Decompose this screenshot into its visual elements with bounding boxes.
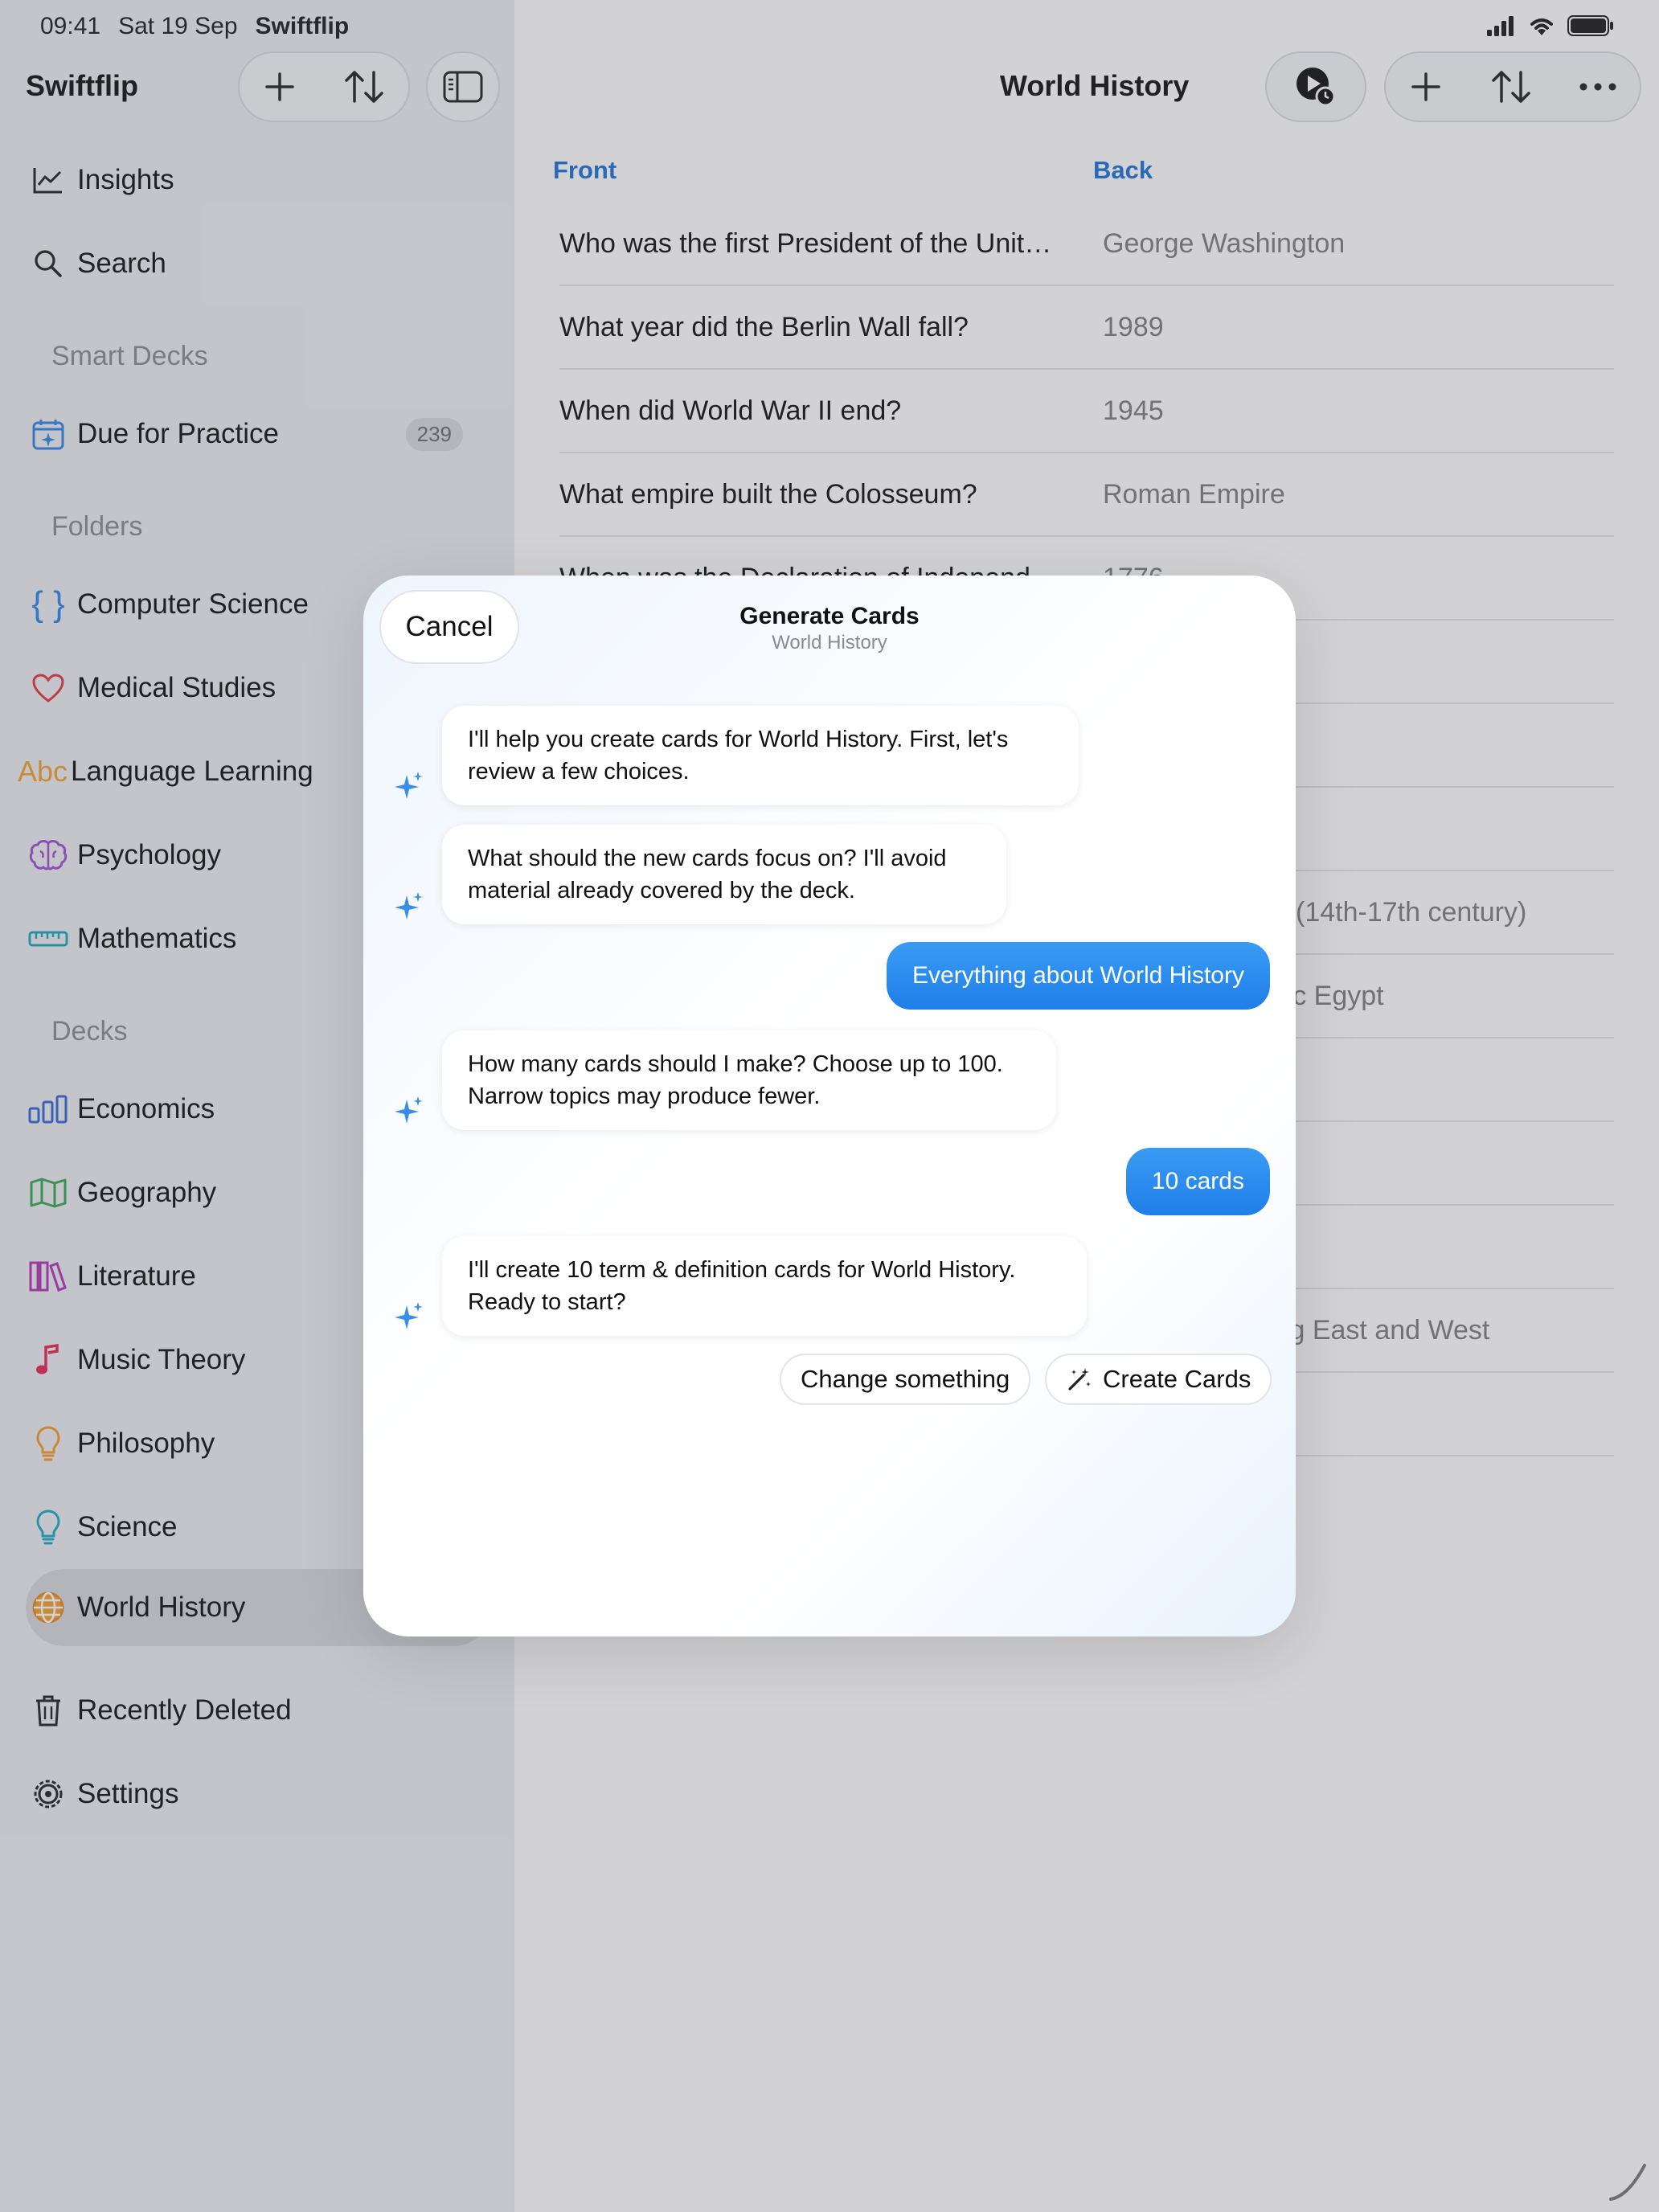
sparkle-icon <box>395 1096 423 1124</box>
sparkle-icon <box>395 892 423 920</box>
user-message: Everything about World History <box>887 942 1270 1010</box>
create-cards-label: Create Cards <box>1103 1365 1251 1393</box>
change-something-button[interactable]: Change something <box>780 1354 1031 1405</box>
assistant-message: How many cards should I make? Choose up … <box>442 1030 1056 1130</box>
magic-wand-icon <box>1068 1368 1091 1391</box>
sheet-title: Generate Cards <box>739 603 920 629</box>
generate-cards-sheet: Cancel Generate Cards World History I'll… <box>363 576 1296 1636</box>
sheet-subtitle: World History <box>772 632 887 653</box>
assistant-message: What should the new cards focus on? I'll… <box>442 825 1006 924</box>
sparkle-icon <box>395 1302 423 1329</box>
create-cards-button[interactable]: Create Cards <box>1045 1354 1272 1405</box>
change-something-label: Change something <box>801 1365 1010 1393</box>
user-message: 10 cards <box>1125 1148 1270 1215</box>
scroll-indicator-icon <box>1609 2164 1646 2201</box>
sparkle-icon <box>395 772 423 799</box>
assistant-message: I'll help you create cards for World His… <box>442 706 1079 805</box>
assistant-message: I'll create 10 term & definition cards f… <box>442 1236 1087 1336</box>
